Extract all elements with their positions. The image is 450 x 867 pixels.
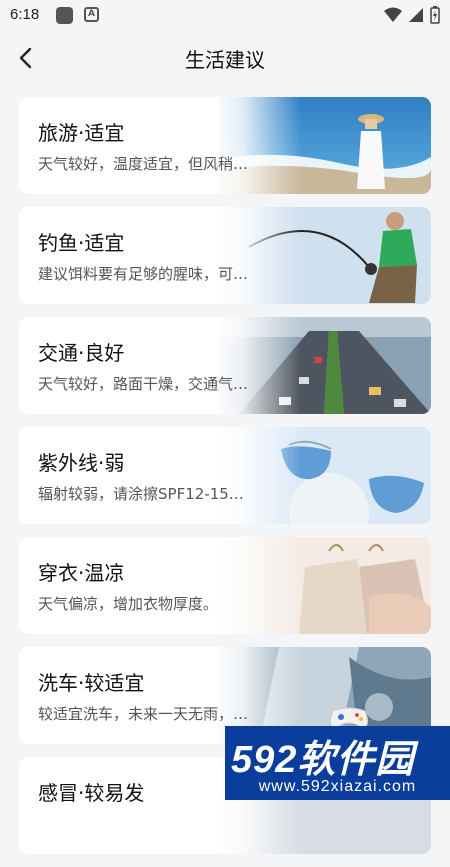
- notification-icon: [56, 7, 73, 24]
- card-title: 交通·良好: [38, 341, 125, 365]
- app-header: 生活建议: [0, 32, 450, 84]
- advice-card-travel[interactable]: 旅游·适宜 天气较好，温度适宜，但风稍…: [19, 97, 431, 194]
- card-desc: 天气偏凉，增加衣物厚度。: [38, 595, 219, 613]
- card-desc: 较适宜洗车，未来一天无雨，…: [38, 705, 249, 723]
- watermark-logo-text: 592软件园: [231, 739, 415, 781]
- card-title: 钓鱼·适宜: [38, 231, 125, 255]
- card-title: 旅游·适宜: [38, 121, 125, 145]
- card-title: 洗车·较适宜: [38, 671, 145, 695]
- card-desc: 辐射较弱，请涂擦SPF12-15…: [38, 485, 244, 503]
- status-time: 6:18: [10, 6, 40, 23]
- card-desc: 天气较好，温度适宜，但风稍…: [38, 155, 249, 173]
- card-desc: 天气较好，路面干燥，交通气…: [38, 375, 249, 393]
- card-title: 穿衣·温凉: [38, 561, 125, 585]
- card-title: 紫外线·弱: [38, 451, 125, 475]
- watermark-banner: 592软件园 www.592xiazai.com: [225, 726, 450, 800]
- wifi-icon: [384, 7, 402, 22]
- status-indicators: [384, 6, 440, 24]
- battery-icon: [430, 6, 440, 24]
- advice-card-traffic[interactable]: 交通·良好 天气较好，路面干燥，交通气…: [19, 317, 431, 414]
- signal-icon: [409, 8, 423, 22]
- app-notification-icon: A: [84, 7, 99, 22]
- advice-card-uv[interactable]: 紫外线·弱 辐射较弱，请涂擦SPF12-15…: [19, 427, 431, 524]
- advice-card-clothing[interactable]: 穿衣·温凉 天气偏凉，增加衣物厚度。: [19, 537, 431, 634]
- status-bar: 6:18 A: [0, 0, 450, 32]
- card-desc: 建议饵料要有足够的腥味，可…: [38, 265, 249, 283]
- card-title: 感冒·较易发: [38, 781, 145, 805]
- watermark-url: www.592xiazai.com: [258, 778, 417, 795]
- advice-card-fishing[interactable]: 钓鱼·适宜 建议饵料要有足够的腥味，可…: [19, 207, 431, 304]
- page-title: 生活建议: [185, 48, 265, 72]
